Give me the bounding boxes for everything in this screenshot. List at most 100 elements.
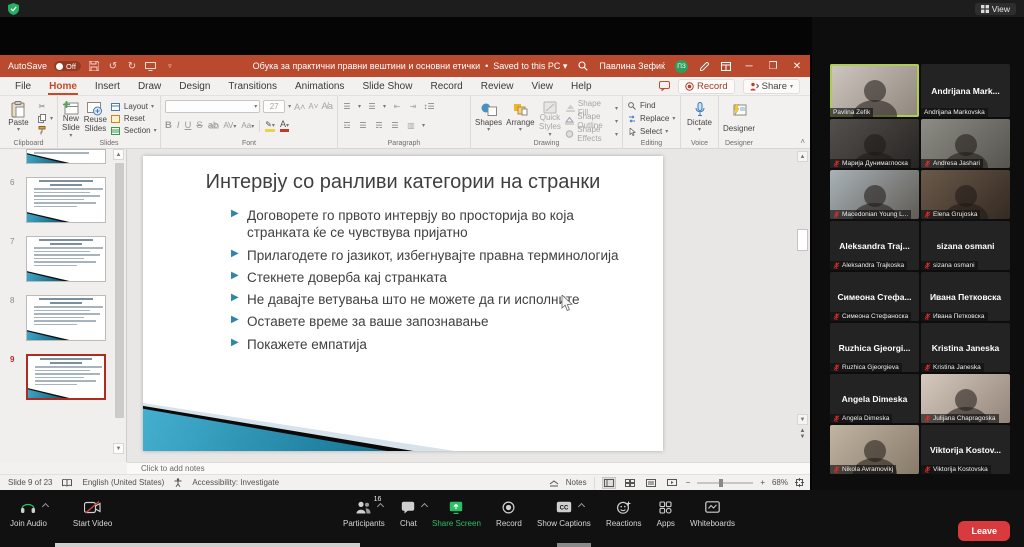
reactions-button[interactable]: Reactions: [606, 499, 642, 528]
clear-formatting-icon[interactable]: A̸a: [321, 99, 333, 114]
security-shield-icon[interactable]: [8, 3, 19, 15]
scroll-down-icon[interactable]: ▼: [113, 443, 124, 454]
decrease-indent-icon[interactable]: ⇤: [392, 102, 402, 111]
participant-tile-10[interactable]: Ивана ПетковскаИвана Петковска: [921, 272, 1010, 321]
participant-tile-16[interactable]: Viktorija Kostov...Viktorija Kostovska: [921, 425, 1010, 474]
quick-styles-button[interactable]: Quick Styles▾: [539, 99, 562, 136]
change-case-icon[interactable]: Aa▾: [241, 121, 254, 130]
zoom-out-button[interactable]: −: [686, 478, 691, 487]
participant-tile-3[interactable]: Марија Дунимаглоска: [830, 119, 919, 168]
participant-tile-12[interactable]: Kristina JaneskaKristina Janeska: [921, 323, 1010, 372]
scrollbar-thumb[interactable]: [115, 163, 124, 418]
join-audio-button[interactable]: Join Audio: [10, 499, 47, 528]
replace-button[interactable]: Replace▾: [627, 114, 675, 123]
language-selector[interactable]: English (United States): [82, 478, 164, 487]
tab-record[interactable]: Record: [421, 79, 471, 94]
section-button[interactable]: Section▾: [111, 126, 157, 135]
reading-view-button[interactable]: [644, 477, 658, 489]
thumbnail-slide-7[interactable]: 7: [0, 236, 126, 282]
slide-scrollbar-thumb[interactable]: [797, 229, 808, 251]
comments-icon[interactable]: [659, 81, 670, 91]
participant-tile-2[interactable]: Andrijana Mark...Andrijana Markovska: [921, 64, 1010, 117]
reset-button[interactable]: Reset: [111, 114, 157, 123]
increase-indent-icon[interactable]: ⇥: [408, 102, 418, 111]
justify-icon[interactable]: ☰: [390, 121, 400, 130]
align-right-icon[interactable]: ☴: [374, 121, 384, 130]
thumbnail-preview[interactable]: [26, 354, 106, 400]
previous-slide-icon[interactable]: ▲▼: [797, 428, 808, 440]
slideshow-view-button[interactable]: [665, 477, 679, 489]
participant-tile-1[interactable]: Pavlina Zefik: [830, 64, 919, 117]
undo-icon[interactable]: ↺: [107, 60, 119, 72]
caret-up-icon[interactable]: [421, 503, 428, 510]
font-size-combobox[interactable]: 27: [263, 100, 285, 113]
paste-button[interactable]: Paste ▾: [4, 99, 33, 136]
tab-help[interactable]: Help: [562, 79, 601, 94]
spellcheck-book-icon[interactable]: [62, 479, 72, 487]
designer-button[interactable]: Designer: [723, 99, 755, 136]
record-button[interactable]: Record: [496, 499, 522, 528]
font-color-icon[interactable]: A▾: [280, 119, 289, 132]
fit-slide-icon[interactable]: [795, 478, 804, 487]
accessibility-status[interactable]: Accessibility: Investigate: [192, 478, 279, 487]
tab-animations[interactable]: Animations: [286, 79, 353, 94]
participant-tile-11[interactable]: Ruzhica Gjeorgi...Ruzhica Gjeorgieva: [830, 323, 919, 372]
tab-view[interactable]: View: [523, 79, 563, 94]
collapse-ribbon-icon[interactable]: ˄: [800, 137, 805, 146]
thumbnail-scrollbar[interactable]: ▲ ▼: [113, 149, 124, 462]
share-button[interactable]: Share ▾: [743, 79, 800, 94]
slide-sorter-view-button[interactable]: [623, 477, 637, 489]
shape-effects-button[interactable]: Shape Effects▾: [565, 129, 618, 139]
tab-home[interactable]: Home: [40, 79, 86, 94]
whiteboards-button[interactable]: Whiteboards: [690, 499, 735, 528]
notes-toggle[interactable]: Notes: [566, 478, 587, 487]
thumbnail-preview[interactable]: [26, 236, 106, 282]
start-video-button[interactable]: Start Video: [73, 499, 112, 528]
user-avatar[interactable]: ПЗ: [675, 60, 688, 73]
character-spacing-icon[interactable]: A︎V▾: [223, 121, 236, 130]
participant-tile-6[interactable]: Elena Grujoska: [921, 170, 1010, 219]
redo-icon[interactable]: ↻: [126, 60, 138, 72]
highlight-color-icon[interactable]: ✎▾: [265, 120, 275, 132]
line-spacing-icon[interactable]: ↕☰: [424, 102, 434, 111]
autosave-toggle[interactable]: Off: [54, 61, 81, 71]
thumbnail-slide-6[interactable]: 6: [0, 177, 126, 223]
underline-icon[interactable]: U: [185, 120, 192, 131]
text-shadow-icon[interactable]: ab: [208, 120, 219, 131]
slide-scroll-up-icon[interactable]: ▲: [797, 151, 808, 162]
shapes-button[interactable]: Shapes▾: [475, 99, 502, 136]
tab-file[interactable]: File: [6, 79, 40, 94]
leave-button[interactable]: Leave: [958, 521, 1010, 541]
decrease-font-icon[interactable]: A˅: [308, 99, 318, 114]
search-icon[interactable]: [577, 60, 589, 72]
participant-tile-13[interactable]: Angela DimeskaAngela Dimeska: [830, 374, 919, 423]
thumbnail-slide-9[interactable]: 9: [0, 354, 126, 400]
slide-bullet-list[interactable]: ▶Договорете го првото интервју во просто…: [143, 207, 663, 353]
quick-access-caret-icon[interactable]: ▿: [164, 60, 176, 72]
participant-tile-9[interactable]: Симеона Стефа...Симеона Стефаноска: [830, 272, 919, 321]
align-left-icon[interactable]: ☲: [342, 121, 352, 130]
slide-scroll-down-icon[interactable]: ▼: [797, 414, 808, 425]
bullets-icon[interactable]: ☰: [342, 102, 352, 111]
numbering-icon[interactable]: ☰: [367, 102, 377, 111]
font-name-combobox[interactable]: ▾: [165, 100, 260, 113]
ribbon-display-options-icon[interactable]: [720, 60, 732, 72]
new-slide-button[interactable]: New Slide ▾: [62, 99, 80, 136]
participant-tile-4[interactable]: Andresa Jashari: [921, 119, 1010, 168]
tab-design[interactable]: Design: [170, 79, 219, 94]
thumbnail-preview[interactable]: [26, 295, 106, 341]
bold-icon[interactable]: B: [165, 120, 172, 131]
show-captions-button[interactable]: CCShow Captions: [537, 499, 591, 528]
thumbnail-preview[interactable]: [26, 177, 106, 223]
notes-placeholder[interactable]: Click to add notes: [127, 462, 810, 474]
copy-button[interactable]: ▾: [37, 114, 53, 123]
thumbnail-partial[interactable]: [0, 149, 126, 164]
slide-canvas[interactable]: Интервју со ранливи категории на странки…: [143, 156, 663, 451]
present-icon[interactable]: [145, 60, 157, 72]
editing-mode-pencil-icon[interactable]: [698, 60, 710, 72]
chat-button[interactable]: Chat: [400, 499, 417, 528]
zoom-slider-knob[interactable]: [719, 479, 723, 487]
columns-icon[interactable]: ▥: [406, 121, 416, 130]
slide-counter[interactable]: Slide 9 of 23: [8, 478, 52, 487]
save-icon[interactable]: [88, 60, 100, 72]
